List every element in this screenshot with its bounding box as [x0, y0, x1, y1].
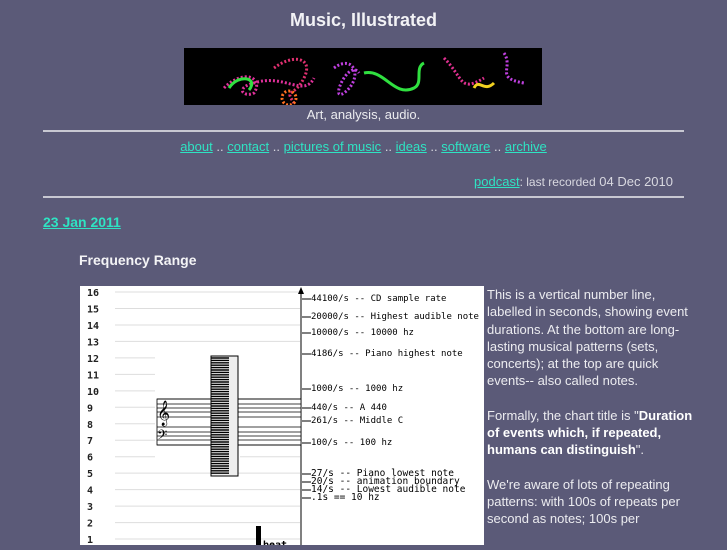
beat-label: beat	[263, 540, 287, 545]
beat-bar	[256, 526, 261, 545]
y-tick-label: 16	[87, 288, 99, 299]
marker-label: 440/s -- A 440	[311, 403, 387, 413]
nav-contact[interactable]: contact	[227, 139, 269, 154]
y-tick-label: 5	[87, 469, 93, 480]
marker-label: 100/s -- 100 hz	[311, 438, 392, 448]
nav-pictures-of-music[interactable]: pictures of music	[284, 139, 382, 154]
axis-arrow	[298, 287, 304, 294]
y-tick-label: 15	[87, 304, 99, 315]
figure-svg: 16 15 14 13 12 11 10 9 8 7 6 5 4 3 2 1 𝄞𝄢 44100/s -- CD s…	[87, 287, 479, 550]
podcast-date: 04 Dec 2010	[599, 174, 673, 189]
y-tick-label: 3	[87, 502, 93, 513]
divider	[43, 130, 684, 132]
treble-clef: 𝄞	[157, 400, 170, 426]
post-body: This is a vertical number line, labelled…	[487, 286, 697, 545]
bass-clef: 𝄢	[157, 427, 167, 446]
paragraph: This is a vertical number line, labelled…	[487, 287, 688, 389]
nav-separator: ..	[272, 139, 281, 154]
marker-label: 1000/s -- 1000 hz	[311, 384, 403, 394]
y-tick-label: 11	[87, 370, 99, 381]
marker-label: 44100/s -- CD sample rate	[311, 294, 446, 304]
nav-ideas[interactable]: ideas	[396, 139, 427, 154]
marker-label: 10000/s -- 10000 hz	[311, 328, 414, 338]
site-title: Music, Illustrated	[289, 10, 438, 30]
podcast-text: : last recorded	[519, 175, 596, 189]
paragraph: We're aware of lots of repeating pattern…	[487, 476, 680, 527]
divider	[43, 196, 684, 198]
banner-art	[222, 52, 525, 107]
podcast-link[interactable]: podcast	[474, 174, 520, 189]
y-tick-label: 1	[87, 535, 93, 545]
nav-separator: ..	[384, 139, 393, 154]
marker-label: 20000/s -- Highest audible note	[311, 312, 479, 322]
nav-separator: ..	[430, 139, 438, 154]
tagline: Art, analysis, audio.	[306, 107, 421, 122]
y-tick-label: 9	[87, 403, 93, 414]
y-tick-label: 8	[87, 420, 93, 431]
y-tick-label: 12	[87, 354, 99, 365]
nav-separator: ..	[216, 139, 224, 154]
y-tick-label: 6	[87, 453, 93, 464]
marker-label: 4186/s -- Piano highest note	[311, 349, 463, 359]
marker-label: 261/s -- Middle C	[311, 416, 403, 426]
y-tick-label: 13	[87, 337, 99, 348]
nav-separator: ..	[494, 139, 502, 154]
y-tick-label: 2	[87, 519, 93, 530]
y-tick-label: 7	[87, 436, 93, 447]
podcast-status: podcast: last recorded 04 Dec 2010	[474, 174, 673, 189]
frequency-range-figure: 16 15 14 13 12 11 10 9 8 7 6 5 4 3 2 1 𝄞 𝄢 44100/s -- CD s…	[80, 286, 484, 550]
y-tick-label: 14	[87, 321, 99, 332]
nav-archive[interactable]: archive	[505, 139, 547, 154]
main-nav: about .. contact .. pictures of music ..…	[0, 139, 727, 154]
nav-software[interactable]: software	[441, 139, 490, 154]
post-title: Frequency Range	[79, 252, 197, 268]
post-date-link[interactable]: 23 Jan 2011	[43, 214, 121, 230]
paragraph: Formally, the chart title is "Duration o…	[487, 407, 693, 458]
y-tick-label: 10	[87, 387, 99, 398]
nav-about[interactable]: about	[180, 139, 213, 154]
marker-label: .1s == 10 hz	[311, 492, 380, 503]
banner-image[interactable]	[184, 48, 542, 107]
y-tick-label: 4	[87, 486, 93, 497]
